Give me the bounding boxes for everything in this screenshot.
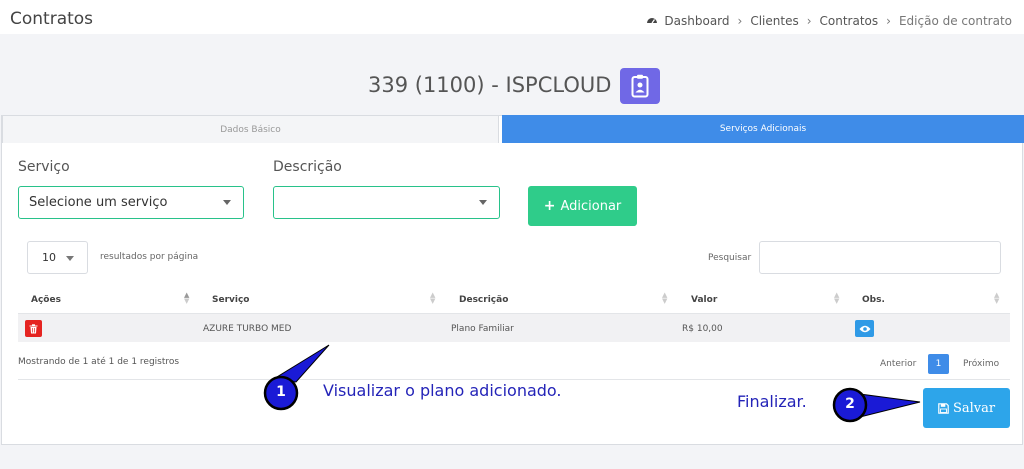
callout-2-number: 2 <box>845 396 855 412</box>
callout-1-text: Visualizar o plano adicionado. <box>323 381 562 400</box>
callout-1-number: 1 <box>276 384 286 400</box>
callout-2-text: Finalizar. <box>737 392 807 411</box>
